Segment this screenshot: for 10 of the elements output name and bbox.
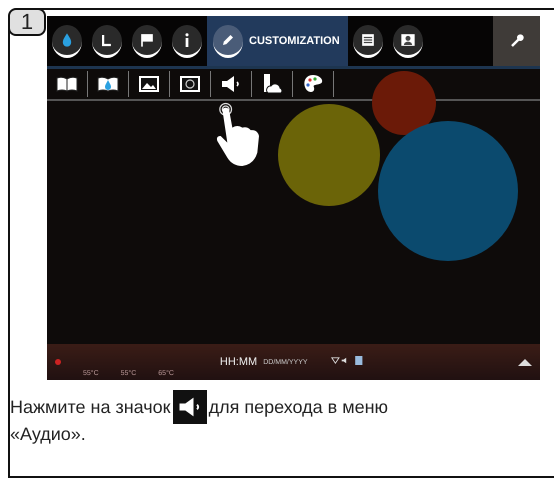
clock-time: HH:MM	[220, 356, 258, 368]
settings-button[interactable]	[493, 16, 540, 66]
menu-tab[interactable]: CUSTOMIZATION	[207, 16, 348, 66]
instruction-text: для перехода в меню	[208, 396, 388, 418]
heater-indicator-icon	[55, 359, 61, 365]
instruction-text: «Аудио».	[10, 424, 87, 445]
step-number: 1	[8, 8, 46, 36]
clock-icon	[102, 32, 112, 46]
up-arrow-icon[interactable]	[518, 358, 532, 366]
instruction-text: Нажмите на значок	[10, 396, 171, 418]
